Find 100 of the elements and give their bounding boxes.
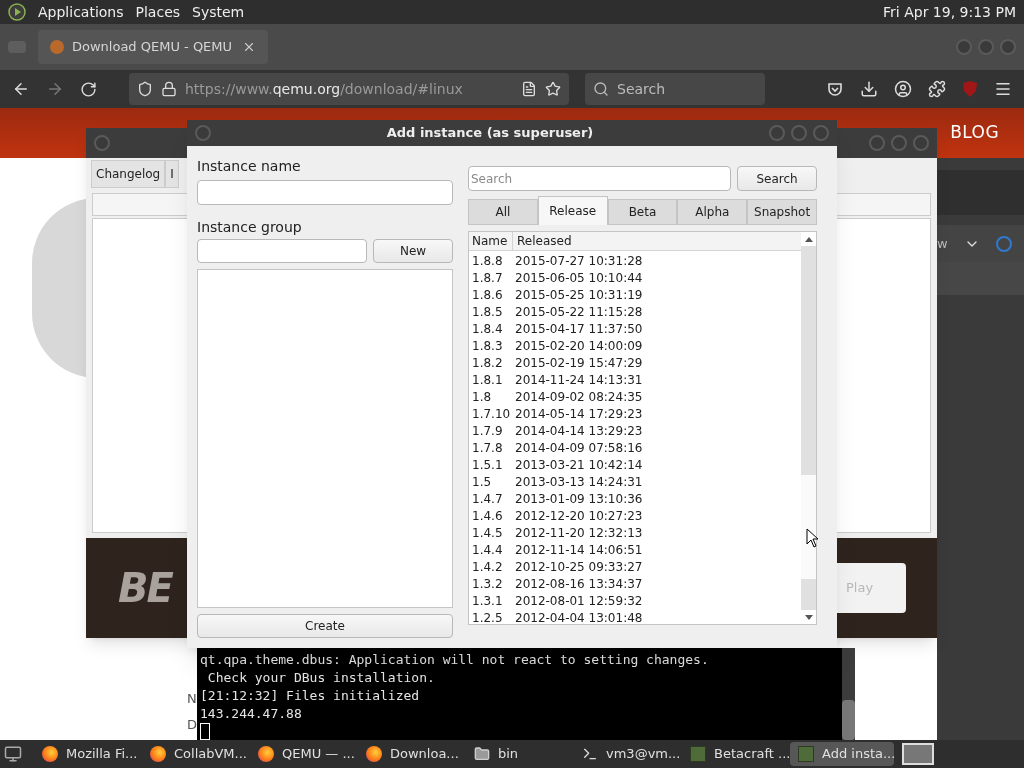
window-control-icon[interactable]: [813, 125, 829, 141]
table-cell-text: 2013-03-13 14:24:31: [515, 473, 643, 491]
table-cell-text: 1.7.10: [471, 405, 512, 423]
table-cell-text: 2012-04-04 13:01:48: [515, 609, 643, 627]
column-header[interactable]: Released: [513, 232, 572, 250]
search-field[interactable]: Search: [585, 73, 765, 105]
table-cell-text: 1.4.2: [471, 558, 504, 576]
window-control-icon[interactable]: [1000, 39, 1016, 55]
taskbar-item[interactable]: CollabVM...: [142, 742, 246, 766]
filter-tab[interactable]: All: [468, 199, 538, 225]
window-menu-icon[interactable]: [94, 135, 110, 151]
field-label: Instance group: [197, 218, 303, 237]
window-control-icon[interactable]: [978, 39, 994, 55]
taskbar-item[interactable]: bin: [466, 742, 570, 766]
create-button[interactable]: Create: [197, 614, 453, 638]
reader-view-icon[interactable]: [521, 81, 537, 97]
search-field[interactable]: Search: [468, 166, 731, 191]
table-cell-text: 2014-05-14 17:29:23: [515, 405, 643, 423]
menu-icon[interactable]: [994, 80, 1012, 98]
reload-icon[interactable]: [80, 80, 97, 98]
window-control-icon[interactable]: [791, 125, 807, 141]
filter-tab[interactable]: Snapshot: [747, 199, 817, 225]
table-cell-text: 2015-02-20 14:00:09: [515, 337, 643, 355]
back-icon[interactable]: [12, 80, 30, 98]
window-control-icon[interactable]: [956, 39, 972, 55]
table-cell-text: 1.4.5: [471, 524, 504, 542]
tab[interactable]: Changelog: [91, 160, 166, 188]
download-icon[interactable]: [860, 80, 878, 98]
table-cell-text: 2015-04-17 11:37:50: [515, 320, 643, 338]
scrollbar[interactable]: [842, 648, 855, 740]
table-cell-text: 1.7.8: [471, 439, 504, 457]
table-cell-text: 1.2.5: [471, 609, 504, 627]
table-cell-text: 2012-11-20 12:32:13: [515, 524, 643, 542]
window-title: Add instance (as superuser): [385, 124, 595, 143]
table-cell-text: 2014-11-24 14:13:31: [515, 371, 643, 389]
logo: BE: [118, 564, 172, 613]
panel-menu[interactable]: System: [192, 1, 245, 23]
taskbar-item[interactable]: Mozilla Fi...: [34, 742, 138, 766]
bookmark-star-icon[interactable]: [545, 81, 561, 97]
folder-icon: [474, 746, 490, 762]
input-field[interactable]: [197, 239, 367, 263]
scroll-down-icon[interactable]: [801, 610, 816, 624]
ring-icon: [995, 235, 1012, 252]
scroll-up-icon[interactable]: [801, 232, 816, 246]
browser-icon: [258, 746, 274, 762]
column-header[interactable]: Name: [469, 232, 513, 250]
tab[interactable]: I: [165, 160, 179, 188]
filter-tab[interactable]: Release: [537, 196, 608, 225]
taskbar-item[interactable]: Add insta...: [790, 742, 894, 766]
filter-tab[interactable]: Beta: [607, 199, 678, 225]
table-cell-text: 2012-11-14 14:06:51: [515, 541, 643, 559]
table-cell-text: 1.8.4: [471, 320, 504, 338]
shield-badge-icon[interactable]: [962, 80, 978, 98]
forward-icon[interactable]: [46, 80, 64, 98]
input-field[interactable]: [197, 180, 453, 205]
table-cell-text: 1.8.3: [471, 337, 504, 355]
window-control-icon[interactable]: [913, 135, 929, 151]
panel-menu[interactable]: Places: [135, 1, 181, 23]
table-cell-text: 2015-05-25 10:31:19: [515, 286, 643, 304]
close-icon[interactable]: [242, 40, 256, 54]
workspace-switcher[interactable]: [902, 743, 934, 765]
window-control-icon[interactable]: [769, 125, 785, 141]
taskbar-item[interactable]: vm3@vm...: [574, 742, 678, 766]
scrollbar[interactable]: [801, 232, 816, 624]
menu-logo-icon[interactable]: [8, 3, 26, 21]
window-control-icon[interactable]: [891, 135, 907, 151]
window-control-icon[interactable]: [869, 135, 885, 151]
filter-tab[interactable]: Alpha: [677, 199, 748, 225]
search-button[interactable]: Search: [737, 166, 817, 191]
table-cell-text: 1.5.1: [471, 456, 504, 474]
window-menu-icon[interactable]: [195, 125, 211, 141]
table-cell-text: 1.4.7: [471, 490, 504, 508]
pocket-icon[interactable]: [826, 80, 844, 98]
table-cell-text: 1.8.2: [471, 354, 504, 372]
page-text: N: [187, 690, 197, 708]
lock-icon: [161, 81, 177, 97]
browser-icon: [42, 746, 58, 762]
cursor: [200, 723, 210, 740]
show-desktop-icon[interactable]: [4, 745, 22, 763]
account-icon[interactable]: [894, 80, 912, 98]
extensions-icon[interactable]: [928, 80, 946, 98]
table-cell-text: 1.3.1: [471, 592, 504, 610]
table-cell-text: 2013-03-21 10:42:14: [515, 456, 643, 474]
table-cell-text: 1.3.2: [471, 575, 504, 593]
panel-menu[interactable]: Applications: [38, 1, 124, 23]
taskbar-item[interactable]: QEMU — ...: [250, 742, 354, 766]
table-cell-text: 1.8.7: [471, 269, 504, 287]
nav-link[interactable]: BLOG: [950, 120, 999, 146]
browser-tab[interactable]: Download QEMU - QEMU: [38, 30, 268, 64]
dropdown[interactable]: w: [937, 225, 1024, 262]
address-bar[interactable]: https://www.qemu.org/download/#linux: [129, 73, 569, 105]
table-cell-text: 2012-10-25 09:33:27: [515, 558, 643, 576]
clock: Fri Apr 19, 9:13 PM: [883, 2, 1016, 22]
table-cell-text: 2012-08-01 12:59:32: [515, 592, 643, 610]
new-button[interactable]: New: [373, 239, 453, 263]
table-cell-text: 1.5: [471, 473, 493, 491]
table-cell-text: 2015-06-05 10:10:44: [515, 269, 643, 287]
shield-icon[interactable]: [137, 81, 153, 97]
table-cell-text: 1.8.5: [471, 303, 504, 321]
taskbar-item[interactable]: Downloa...: [358, 742, 462, 766]
